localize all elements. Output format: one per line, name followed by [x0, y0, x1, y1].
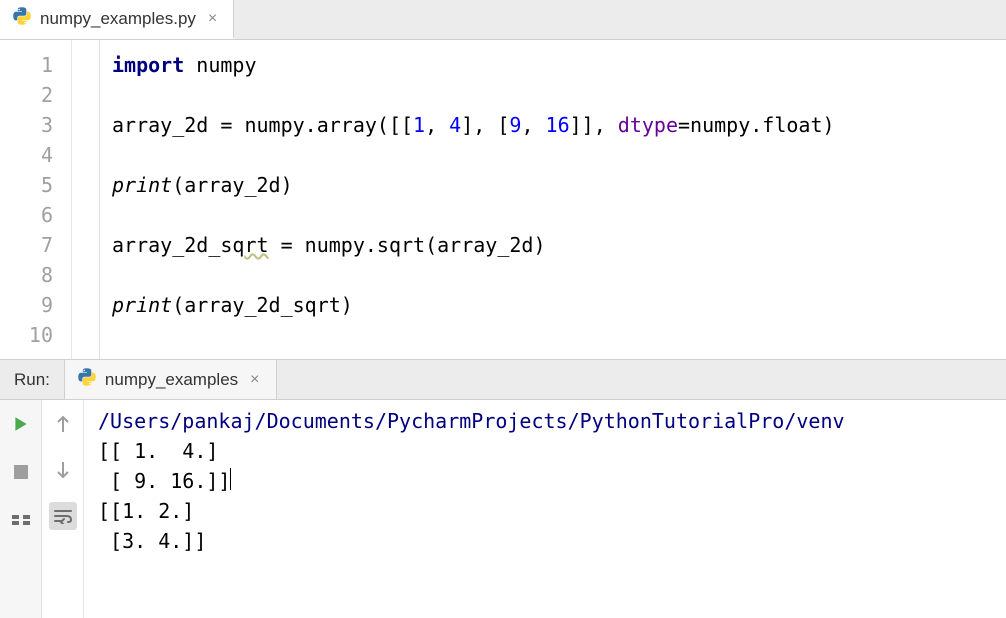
run-toolbar [0, 400, 42, 618]
rerun-button[interactable] [7, 410, 35, 438]
interpreter-path: /Users/pankaj/Documents/PycharmProjects/… [98, 409, 845, 433]
run-config-tab[interactable]: numpy_examples × [64, 360, 277, 399]
close-tab-icon[interactable]: × [204, 10, 221, 28]
python-file-icon [12, 6, 32, 31]
output-line: [ 9. 16.]] [98, 469, 230, 493]
output-line: [[ 1. 4.] [98, 439, 218, 463]
close-run-tab-icon[interactable]: × [246, 371, 263, 389]
layout-button[interactable] [7, 506, 35, 534]
line-number: 5 [0, 170, 53, 200]
output-line: [[1. 2.] [98, 499, 194, 523]
editor-tab[interactable]: numpy_examples.py × [0, 0, 234, 39]
tab-filename: numpy_examples.py [40, 9, 196, 29]
code-editor: 1 2 3 4 5 6 7 8 9 10 import numpy array_… [0, 40, 1006, 360]
stop-button[interactable] [7, 458, 35, 486]
run-label: Run: [0, 370, 64, 390]
python-icon [77, 367, 97, 392]
line-number-gutter: 1 2 3 4 5 6 7 8 9 10 [0, 40, 72, 359]
line-number: 7 [0, 230, 53, 260]
run-panel-header: Run: numpy_examples × [0, 360, 1006, 400]
code-content[interactable]: import numpy array_2d = numpy.array([[1,… [100, 40, 1006, 359]
console-nav-toolbar [42, 400, 84, 618]
line-number: 9 [0, 290, 53, 320]
line-number: 2 [0, 80, 53, 110]
line-number: 6 [0, 200, 53, 230]
console-output[interactable]: /Users/pankaj/Documents/PycharmProjects/… [84, 400, 1006, 618]
cursor-icon [230, 468, 231, 490]
output-line: [3. 4.]] [98, 529, 206, 553]
line-number: 8 [0, 260, 53, 290]
line-number: 10 [0, 320, 53, 350]
soft-wrap-button[interactable] [49, 502, 77, 530]
editor-tab-bar: numpy_examples.py × [0, 0, 1006, 40]
line-number: 1 [0, 50, 53, 80]
line-number: 3 [0, 110, 53, 140]
down-arrow-icon[interactable] [49, 456, 77, 484]
run-config-name: numpy_examples [105, 370, 238, 390]
run-panel: /Users/pankaj/Documents/PycharmProjects/… [0, 400, 1006, 618]
editor-divider [72, 40, 100, 359]
line-number: 4 [0, 140, 53, 170]
up-arrow-icon[interactable] [49, 410, 77, 438]
